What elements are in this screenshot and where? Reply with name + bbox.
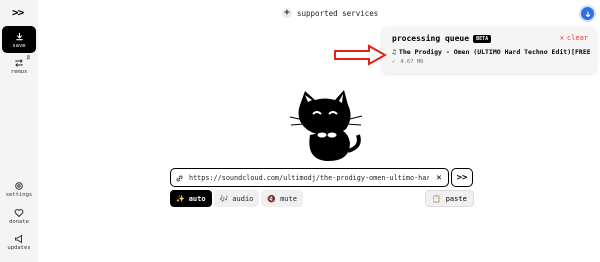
sidebar-item-remux[interactable]: β remux bbox=[2, 55, 36, 75]
clear-input-button[interactable]: ✕ bbox=[434, 173, 444, 183]
queue-item-size: 4.67 MB bbox=[400, 59, 424, 65]
queue-item-title: The Prodigy - Omen (ULTIMO Hard Techno E… bbox=[398, 48, 590, 56]
queue-item-meta: ✓ 4.67 MB bbox=[392, 59, 424, 65]
paste-label: paste bbox=[445, 194, 467, 203]
sidebar-item-updates[interactable]: updates bbox=[2, 233, 36, 251]
sidebar-item-label: updates bbox=[7, 245, 31, 251]
music-notes-icon: 🎶 bbox=[219, 194, 229, 203]
sidebar-item-label: remux bbox=[10, 69, 28, 75]
sidebar-item-settings[interactable]: settings bbox=[2, 180, 36, 198]
queue-title: processing queue bbox=[392, 34, 470, 43]
cobalt-logo[interactable]: >> bbox=[12, 6, 24, 19]
sidebar-item-label: save bbox=[12, 42, 26, 49]
download-icon bbox=[584, 4, 592, 23]
queue-item: ♫ The Prodigy - Omen (ULTIMO Hard Techno… bbox=[392, 48, 590, 56]
heart-icon bbox=[14, 207, 24, 219]
link-icon bbox=[175, 168, 184, 187]
clear-queue-button[interactable]: ✕ clear bbox=[560, 34, 588, 42]
repeat-icon bbox=[14, 57, 24, 69]
mode-mute-button[interactable]: 🔇 mute bbox=[261, 190, 303, 207]
clipboard-icon: 📋 bbox=[432, 194, 441, 203]
sidebar-item-label: settings bbox=[5, 192, 33, 198]
url-input-value[interactable]: https://soundcloud.com/ultimodj/the-prod… bbox=[189, 174, 429, 182]
mode-label: audio bbox=[232, 194, 254, 203]
cat-mascot-illustration bbox=[289, 90, 363, 162]
mode-auto-button[interactable]: ✨ auto bbox=[170, 190, 212, 207]
queue-header: processing queue BETA bbox=[392, 34, 492, 43]
gear-icon bbox=[14, 180, 24, 192]
sidebar-item-label: donate bbox=[9, 219, 29, 225]
plus-icon: + bbox=[282, 8, 292, 18]
processing-queue-button[interactable] bbox=[579, 5, 596, 22]
mode-audio-button[interactable]: 🎶 audio bbox=[213, 190, 260, 207]
red-arrow-annotation bbox=[334, 44, 387, 66]
muted-speaker-icon: 🔇 bbox=[267, 194, 277, 203]
download-mode-selector: ✨ auto 🎶 audio 🔇 mute bbox=[170, 190, 303, 207]
processing-queue-panel: processing queue BETA ✕ clear ♫ The Prod… bbox=[382, 27, 596, 73]
megaphone-icon bbox=[14, 233, 24, 245]
mode-label: mute bbox=[280, 194, 297, 203]
clear-label: clear bbox=[566, 34, 588, 42]
beta-badge: BETA bbox=[473, 34, 492, 43]
download-icon bbox=[15, 31, 24, 43]
beta-badge: β bbox=[26, 55, 30, 61]
close-icon: ✕ bbox=[559, 34, 564, 42]
check-icon: ✓ bbox=[392, 59, 396, 65]
sidebar-item-save[interactable]: save bbox=[2, 26, 36, 53]
paste-button[interactable]: 📋 paste bbox=[425, 190, 474, 207]
supported-services-label: supported services bbox=[297, 8, 379, 18]
supported-services-button[interactable]: + supported services bbox=[282, 8, 378, 18]
sidebar: >> save β remux settings donate updates bbox=[0, 0, 38, 262]
sidebar-item-donate[interactable]: donate bbox=[2, 207, 36, 225]
download-submit-button[interactable]: >> bbox=[451, 168, 473, 187]
mode-label: auto bbox=[188, 194, 206, 203]
url-input[interactable]: https://soundcloud.com/ultimodj/the-prod… bbox=[170, 168, 449, 187]
sparkles-icon: ✨ bbox=[176, 194, 185, 203]
music-note-icon: ♫ bbox=[392, 48, 396, 56]
